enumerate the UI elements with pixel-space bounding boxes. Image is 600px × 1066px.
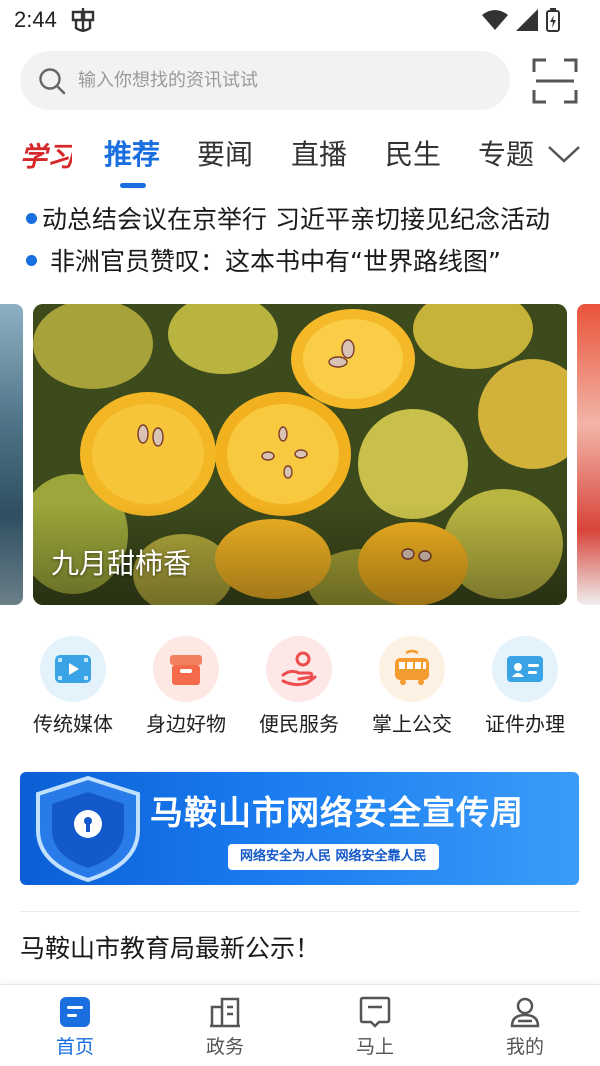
hand-service-icon [266, 636, 332, 702]
xuexi-logo-icon[interactable]: 学习 [20, 135, 72, 175]
service-shortcuts: 传统媒体 身边好物 便民服务 掌上公交 证件办理 [0, 636, 600, 746]
nav-home[interactable]: 首页 [0, 985, 150, 1066]
status-icons [482, 8, 560, 32]
carousel-next-slide[interactable] [577, 304, 600, 605]
carousel-slide[interactable]: 九月甜柿香 [33, 304, 567, 605]
shop-icon [153, 636, 219, 702]
nav-label: 我的 [505, 1036, 544, 1058]
search-icon [39, 68, 66, 95]
service-label: 便民服务 [259, 712, 339, 736]
tab-news[interactable]: 要闻 [197, 133, 253, 173]
building-icon [210, 997, 240, 1028]
service-nearby-goods[interactable]: 身边好物 [131, 636, 241, 746]
article-title[interactable]: 马鞍山市教育局最新公示！ [20, 929, 320, 965]
carousel-caption: 九月甜柿香 [51, 547, 192, 580]
battery-icon [546, 8, 560, 32]
nav-label: 马上 [355, 1036, 394, 1058]
wifi-icon [482, 10, 508, 30]
status-bar: 2:44 [0, 0, 600, 42]
service-label: 身边好物 [146, 712, 226, 736]
scan-icon[interactable] [532, 58, 578, 104]
channel-tab-bar: 学习 推荐 要闻 直播 民生 专题 [0, 125, 600, 191]
service-label: 掌上公交 [372, 712, 452, 736]
service-label: 传统媒体 [33, 712, 113, 736]
image-carousel[interactable]: 九月甜柿香 [0, 304, 600, 605]
svg-text:学习: 学习 [20, 142, 72, 173]
service-traditional-media[interactable]: 传统媒体 [18, 636, 128, 746]
active-tab-indicator [120, 183, 146, 188]
bottom-navigation: 首页 政务 马上 我的 [0, 984, 600, 1066]
search-input[interactable] [78, 51, 488, 110]
chat-bubble-icon [359, 996, 391, 1028]
tv-media-icon [40, 636, 106, 702]
banner-title: 马鞍山市网络安全宣传周 [150, 793, 524, 832]
service-bus[interactable]: 掌上公交 [357, 636, 467, 746]
search-bar[interactable] [20, 51, 510, 110]
bullet-dot [26, 255, 37, 266]
carousel-prev-slide[interactable] [0, 304, 23, 605]
home-icon [60, 997, 90, 1027]
tab-livelihood[interactable]: 民生 [385, 133, 441, 173]
tab-live[interactable]: 直播 [291, 133, 347, 173]
divider [20, 911, 580, 912]
nav-profile[interactable]: 我的 [450, 985, 600, 1066]
bug-notification-icon [71, 8, 95, 32]
headline-text: 非洲官员赞叹：这本书中有“世界路线图” [50, 247, 501, 276]
nav-label: 政务 [205, 1036, 244, 1058]
tab-topics[interactable]: 专题 [478, 133, 534, 173]
signal-icon [516, 9, 538, 31]
headline-item[interactable]: 非洲官员赞叹：这本书中有“世界路线图” [24, 240, 576, 280]
bus-icon [379, 636, 445, 702]
nav-government[interactable]: 政务 [150, 985, 300, 1066]
service-id-documents[interactable]: 证件办理 [470, 636, 580, 746]
banner-subtitle: 网络安全为人民 网络安全靠人民 [228, 844, 439, 870]
bullet-dot [26, 213, 37, 224]
security-shield-icon [36, 775, 140, 882]
user-icon [510, 997, 540, 1028]
id-card-icon [492, 636, 558, 702]
nav-mashang[interactable]: 马上 [300, 985, 450, 1066]
headline-text: 动总结会议在京举行 习近平亲切接见纪念活动 [42, 205, 550, 234]
status-time: 2:44 [14, 7, 57, 32]
chevron-down-icon[interactable] [546, 139, 582, 167]
promo-banner[interactable]: 马鞍山市网络安全宣传周 网络安全为人民 网络安全靠人民 [20, 772, 579, 885]
service-label: 证件办理 [485, 712, 565, 736]
tab-recommend[interactable]: 推荐 [104, 133, 160, 173]
nav-label: 首页 [55, 1036, 94, 1058]
service-convenience[interactable]: 便民服务 [244, 636, 354, 746]
headline-item[interactable]: 动总结会议在京举行 习近平亲切接见纪念活动 [24, 198, 576, 238]
